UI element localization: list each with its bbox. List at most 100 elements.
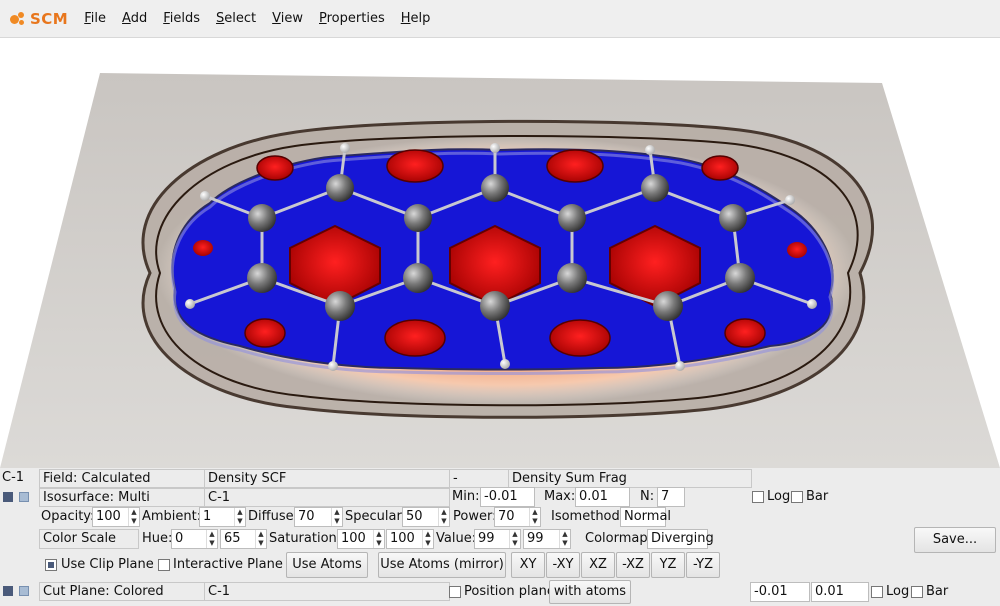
spin-arrows-icon[interactable]: ▲ ▼ xyxy=(128,508,139,526)
cut-log-label: Log xyxy=(886,584,910,599)
saturation-min-spinbox[interactable]: 100 ▲ ▼ xyxy=(337,529,385,549)
plane-neg-yz-button[interactable]: -YZ xyxy=(686,552,720,578)
plane-neg-xy-button[interactable]: -XY xyxy=(546,552,580,578)
field-density2-select[interactable]: Density Sum Frag xyxy=(508,469,752,488)
use-atoms-mirror-button[interactable]: Use Atoms (mirror) xyxy=(378,552,506,578)
specular-label: Specular: xyxy=(345,509,406,524)
with-atoms-button[interactable]: with atoms xyxy=(549,580,631,604)
plane-yz-button[interactable]: YZ xyxy=(651,552,685,578)
cut-visible-toggle[interactable] xyxy=(3,586,13,596)
colormap-label: Colormap: xyxy=(585,531,652,546)
position-plane-checkbox[interactable] xyxy=(449,586,461,598)
min-input[interactable]: -0.01 xyxy=(480,487,535,507)
spin-arrows-icon[interactable]: ▲ ▼ xyxy=(422,530,433,548)
ambient-spinbox[interactable]: 1 ▲ ▼ xyxy=(199,507,246,527)
hue-max-value: 65 xyxy=(224,531,241,546)
ambient-label: Ambient: xyxy=(142,509,202,524)
log-label: Log xyxy=(767,489,791,504)
saturation-max-value: 100 xyxy=(390,531,415,546)
field-panel: C-1 Field: Calculated Density SCF - Dens… xyxy=(0,468,1000,606)
use-atoms-button[interactable]: Use Atoms xyxy=(286,552,368,578)
spin-arrows-icon[interactable]: ▲ ▼ xyxy=(255,530,266,548)
menu-properties[interactable]: Properties xyxy=(311,11,393,26)
saturation-label: Saturation: xyxy=(269,531,342,546)
menu-view[interactable]: View xyxy=(264,11,311,26)
cut-color-swatch[interactable] xyxy=(19,586,29,596)
saturation-min-value: 100 xyxy=(341,531,366,546)
plane-xz-button[interactable]: XZ xyxy=(581,552,615,578)
opacity-label: Opacity: xyxy=(41,509,95,524)
scm-logo[interactable]: SCM xyxy=(10,10,68,28)
ambient-value: 1 xyxy=(203,509,212,524)
spin-arrows-icon[interactable]: ▲ ▼ xyxy=(529,508,540,526)
hue-max-spinbox[interactable]: 65 ▲ ▼ xyxy=(220,529,267,549)
interactive-plane-checkbox[interactable] xyxy=(158,559,170,571)
spin-arrows-icon[interactable]: ▲ ▼ xyxy=(206,530,217,548)
isomethod-label: Isomethod: xyxy=(551,509,625,524)
interactive-plane-label: Interactive Plane xyxy=(173,557,283,572)
visible-toggle[interactable] xyxy=(3,492,13,502)
diffuse-spinbox[interactable]: 70 ▲ ▼ xyxy=(294,507,343,527)
isosurface-type[interactable]: Isosurface: Multi xyxy=(39,488,205,507)
bar-label: Bar xyxy=(806,489,829,504)
log-checkbox[interactable] xyxy=(752,491,764,503)
spin-arrows-icon[interactable]: ▲ ▼ xyxy=(509,530,520,548)
cut-log-checkbox[interactable] xyxy=(871,586,883,598)
saturation-max-spinbox[interactable]: 100 ▲ ▼ xyxy=(386,529,434,549)
color-scale-select[interactable]: Color Scale xyxy=(39,529,139,549)
value-max-spinbox[interactable]: 99 ▲ ▼ xyxy=(523,529,571,549)
n-input[interactable]: 7 xyxy=(657,487,685,507)
use-clip-plane-checkbox[interactable] xyxy=(45,559,57,571)
spin-arrows-icon[interactable]: ▲ ▼ xyxy=(438,508,449,526)
color-swatch[interactable] xyxy=(19,492,29,502)
scm-logo-icon xyxy=(10,11,28,27)
colormap-select[interactable]: Diverging xyxy=(647,529,714,549)
power-spinbox[interactable]: 70 ▲ ▼ xyxy=(494,507,541,527)
min-label: Min: xyxy=(452,489,480,504)
molecule-viewport[interactable] xyxy=(0,38,1000,468)
field-operator[interactable]: - xyxy=(449,469,509,488)
cut-max-input[interactable]: 0.01 xyxy=(811,582,869,602)
field-source[interactable]: Field: Calculated xyxy=(39,469,205,488)
cut-min-input[interactable]: -0.01 xyxy=(750,582,810,602)
opacity-spinbox[interactable]: 100 ▲ ▼ xyxy=(92,507,140,527)
max-label: Max: xyxy=(544,489,576,504)
material-row: Opacity: 100 ▲ ▼ Ambient: 1 ▲ ▼ Diffuse: 70 ▲… xyxy=(0,507,1000,529)
menu-bar: SCM File Add Fields Select View Properties Hel… xyxy=(0,0,1000,38)
cut-bar-checkbox[interactable] xyxy=(911,586,923,598)
isomethod-select[interactable]: Normal xyxy=(620,507,671,527)
position-plane-label: Position plane xyxy=(464,584,555,599)
cut-bar-label: Bar xyxy=(926,584,949,599)
spin-arrows-icon[interactable]: ▲ ▼ xyxy=(331,508,342,526)
value-max-value: 99 xyxy=(527,531,544,546)
save-button[interactable]: Save... xyxy=(914,527,996,553)
menu-file[interactable]: File xyxy=(76,11,114,26)
opacity-value: 100 xyxy=(96,509,121,524)
menu-add[interactable]: Add xyxy=(114,11,155,26)
cut-plane-type[interactable]: Cut Plane: Colored xyxy=(39,582,205,601)
hue-min-value: 0 xyxy=(175,531,184,546)
hue-min-spinbox[interactable]: 0 ▲ ▼ xyxy=(171,529,218,549)
isosurface-target[interactable]: C-1 xyxy=(204,488,450,507)
specular-value: 50 xyxy=(406,509,423,524)
value-min-value: 99 xyxy=(478,531,495,546)
specular-spinbox[interactable]: 50 ▲ ▼ xyxy=(402,507,450,527)
isosurface-row: Isosurface: Multi C-1 Min: -0.01 Max: 0.… xyxy=(0,487,1000,509)
power-label: Power: xyxy=(453,509,497,524)
spin-arrows-icon[interactable]: ▲ ▼ xyxy=(234,508,245,526)
bar-checkbox[interactable] xyxy=(791,491,803,503)
spin-arrows-icon[interactable]: ▲ ▼ xyxy=(559,530,570,548)
field-density-select[interactable]: Density SCF xyxy=(204,469,450,488)
power-value: 70 xyxy=(498,509,515,524)
plane-neg-xz-button[interactable]: -XZ xyxy=(616,552,650,578)
hue-label: Hue: xyxy=(142,531,173,546)
spin-arrows-icon[interactable]: ▲ ▼ xyxy=(373,530,384,548)
menu-select[interactable]: Select xyxy=(208,11,264,26)
cut-plane-target[interactable]: C-1 xyxy=(204,582,450,601)
max-input[interactable]: 0.01 xyxy=(575,487,630,507)
value-min-spinbox[interactable]: 99 ▲ ▼ xyxy=(474,529,521,549)
color-scale-row: Color Scale Hue: 0 ▲ ▼ 65 ▲ ▼ Saturation: 10… xyxy=(0,527,1000,553)
plane-xy-button[interactable]: XY xyxy=(511,552,545,578)
menu-fields[interactable]: Fields xyxy=(155,11,208,26)
menu-help[interactable]: Help xyxy=(393,11,439,26)
